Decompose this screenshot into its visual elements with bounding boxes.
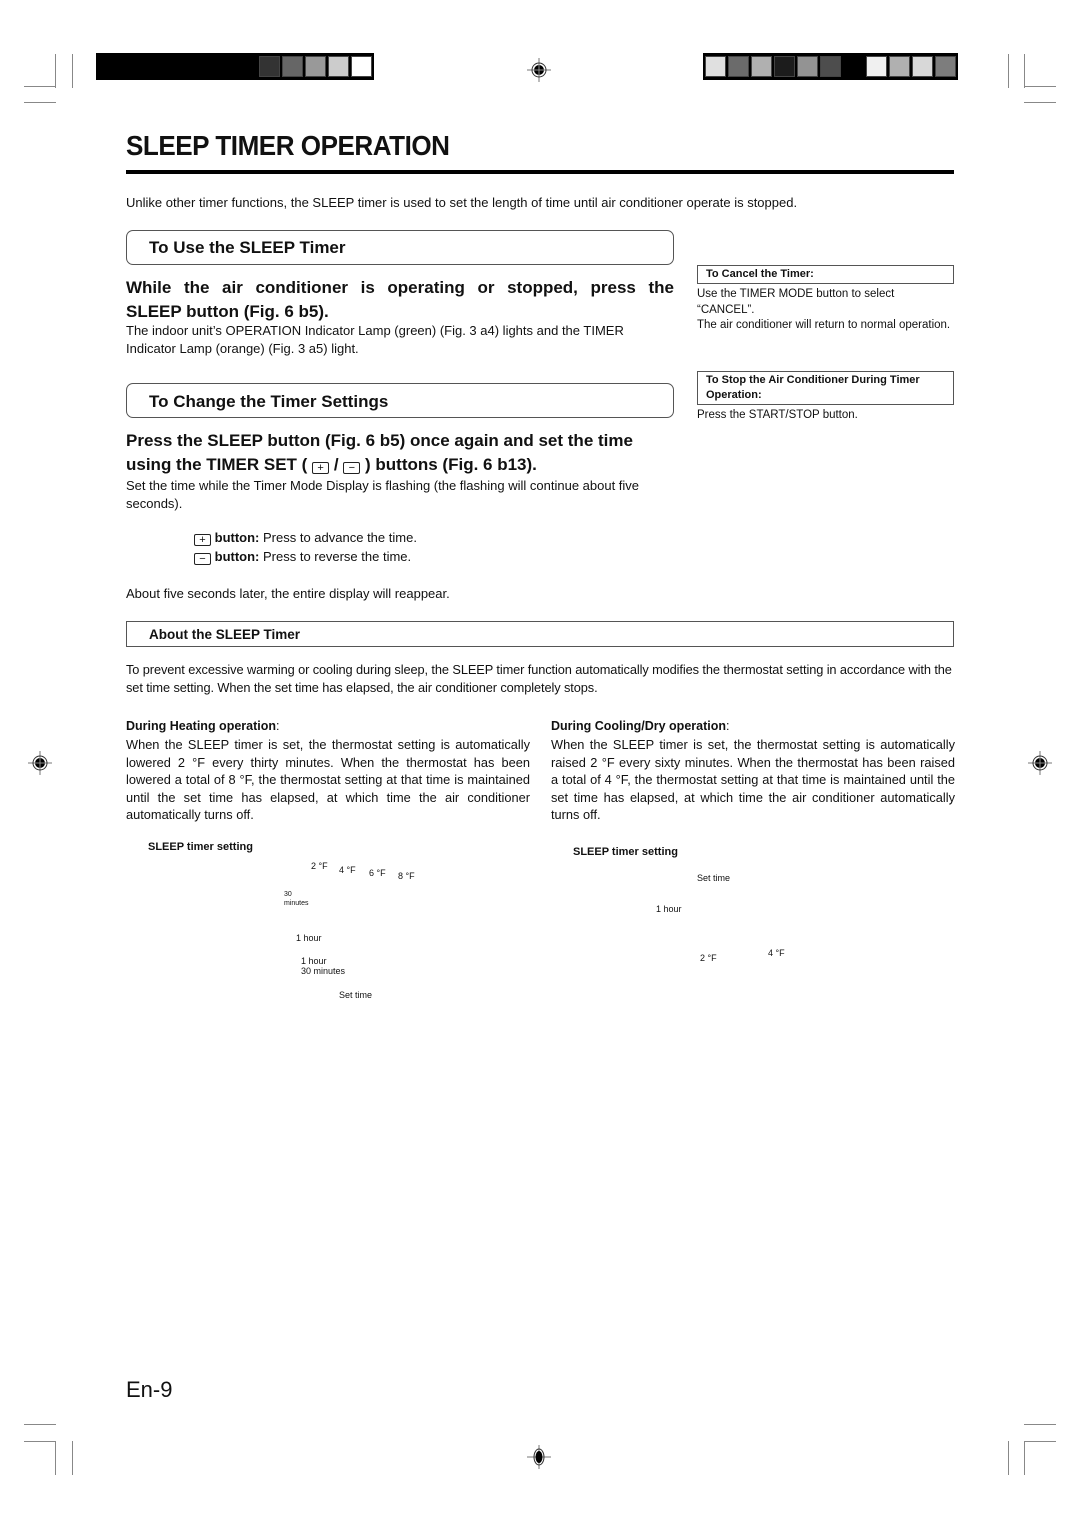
temp-label: 8 °F xyxy=(398,871,415,881)
minus-button-description: − button: Press to reverse the time. xyxy=(194,548,411,566)
color-swatch xyxy=(705,56,726,77)
time-label-1-hour: 1 hour xyxy=(296,933,322,943)
color-swatch xyxy=(912,56,933,77)
cancel-timer-heading: To Cancel the Timer: xyxy=(697,265,954,284)
set-time-label: Set time xyxy=(697,873,731,883)
color-swatch xyxy=(820,56,841,77)
cancel-timer-text-2: The air conditioner will return to norma… xyxy=(697,319,951,331)
color-swatch xyxy=(259,56,280,77)
color-swatch xyxy=(889,56,910,77)
color-swatch xyxy=(728,56,749,77)
temp-label: 4 °F xyxy=(339,865,356,875)
change-step-line-2: using the TIMER SET ( + / − ) buttons (F… xyxy=(126,455,537,474)
change-step-line-1: Press the SLEEP button (Fig. 6 b5) once … xyxy=(126,431,633,450)
time-label-1-hour: 1 hour xyxy=(656,904,682,914)
use-step-line-2: SLEEP button (Fig. 6 b5). xyxy=(126,302,329,321)
heating-operation-body: When the SLEEP timer is set, the thermos… xyxy=(126,737,530,822)
temp-label: 2 °F xyxy=(700,953,717,963)
heating-operation-heading: During Heating operation: xyxy=(126,719,280,733)
set-time-label: Set time xyxy=(339,990,373,1000)
cooling-operation-heading: During Cooling/Dry operation: xyxy=(551,719,730,733)
crosshair-target-icon xyxy=(527,1445,551,1469)
color-swatch xyxy=(167,56,188,77)
color-swatch xyxy=(351,56,372,77)
use-step-body: The indoor unit’s OPERATION Indicator La… xyxy=(126,323,624,356)
color-swatch xyxy=(751,56,772,77)
stop-ac-heading: To Stop the Air Conditioner During Timer… xyxy=(697,371,954,405)
color-swatch xyxy=(213,56,234,77)
minus-button-icon: − xyxy=(194,553,211,565)
intro-text: Unlike other timer functions, the SLEEP … xyxy=(126,195,798,210)
color-swatch xyxy=(774,56,795,77)
change-step-body: Set the time while the Timer Mode Displa… xyxy=(126,478,640,511)
crosshair-target-icon xyxy=(28,751,52,775)
temp-label: 4 °F xyxy=(768,948,785,958)
page-title: SLEEP TIMER OPERATION xyxy=(126,130,450,161)
plus-button-description: + button: Press to advance the time. xyxy=(194,529,417,547)
section-heading-change-timer: To Change the Timer Settings xyxy=(126,383,674,418)
section-heading-label: To Change the Timer Settings xyxy=(149,392,389,411)
stop-ac-text: Press the START/STOP button. xyxy=(697,409,858,421)
section-heading-label: About the SLEEP Timer xyxy=(149,627,301,642)
color-swatch xyxy=(98,56,119,77)
figure-title: SLEEP timer setting xyxy=(573,846,678,858)
crosshair-target-icon xyxy=(1028,751,1052,775)
color-swatch xyxy=(866,56,887,77)
about-body: To prevent excessive warming or cooling … xyxy=(126,662,952,695)
figure-title: SLEEP timer setting xyxy=(148,841,253,853)
color-swatch xyxy=(935,56,956,77)
use-step-line-1: While the air conditioner is operating o… xyxy=(126,278,674,297)
temp-label: 6 °F xyxy=(369,868,386,878)
color-swatch xyxy=(190,56,211,77)
color-swatch xyxy=(328,56,349,77)
cooling-operation-body: When the SLEEP timer is set, the thermos… xyxy=(551,737,955,822)
section-heading-about-sleep-timer: About the SLEEP Timer xyxy=(126,621,954,647)
page-number: En-9 xyxy=(126,1377,173,1402)
use-step-heading: While the air conditioner is operating o… xyxy=(126,276,674,324)
plus-button-icon: + xyxy=(194,534,211,546)
time-label-30-min: 30 minutes xyxy=(284,891,309,907)
time-label-1-hour-30-min: 1 hour 30 minutes xyxy=(301,956,346,976)
color-swatch xyxy=(843,56,864,77)
color-swatch xyxy=(236,56,257,77)
crosshair-target-icon xyxy=(527,58,551,82)
display-reappear-text: About five seconds later, the entire dis… xyxy=(126,586,450,601)
minus-button-icon: − xyxy=(343,462,361,474)
color-swatch xyxy=(305,56,326,77)
section-heading-use-sleep-timer: To Use the SLEEP Timer xyxy=(126,230,674,265)
cancel-timer-text: Use the TIMER MODE button to select “CAN… xyxy=(697,288,895,316)
color-bar-left xyxy=(96,53,374,80)
color-bar-right xyxy=(703,53,958,80)
change-step-heading: Press the SLEEP button (Fig. 6 b5) once … xyxy=(126,429,676,477)
section-heading-label: To Use the SLEEP Timer xyxy=(149,238,346,257)
color-swatch xyxy=(282,56,303,77)
color-swatch xyxy=(797,56,818,77)
temp-label: 2 °F xyxy=(311,861,328,871)
color-swatch xyxy=(144,56,165,77)
title-rule xyxy=(126,170,954,174)
color-swatch xyxy=(121,56,142,77)
plus-button-icon: + xyxy=(312,462,330,474)
